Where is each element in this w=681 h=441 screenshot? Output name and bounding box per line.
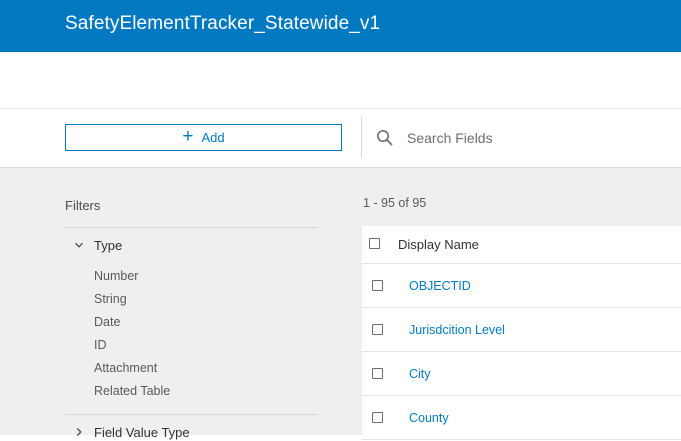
filter-group-field-value-type-label: Field Value Type: [94, 424, 190, 440]
field-link[interactable]: County: [409, 411, 449, 425]
add-button-label: Add: [201, 130, 225, 145]
filter-group-type[interactable]: Type: [74, 236, 122, 254]
toolbar-divider: [361, 117, 362, 158]
search-fields-input[interactable]: [399, 125, 667, 151]
filter-group-field-value-type[interactable]: Field Value Type: [74, 423, 190, 441]
filter-group-type-label: Type: [94, 237, 123, 253]
plus-icon: +: [182, 126, 194, 147]
table-row: Jurisdcition Level: [362, 308, 681, 352]
row-checkbox[interactable]: [372, 368, 383, 379]
filters-divider: [65, 414, 318, 415]
app-header: SafetyElementTracker_Statewide_v1: [0, 0, 681, 52]
sub-header-bar: [0, 52, 681, 109]
field-link[interactable]: Jurisdcition Level: [409, 323, 505, 337]
filter-option-id[interactable]: ID: [94, 337, 170, 360]
results-count: 1 - 95 of 95: [363, 196, 427, 210]
filter-option-date[interactable]: Date: [94, 314, 170, 337]
filters-heading: Filters: [65, 198, 101, 213]
filter-option-string[interactable]: String: [94, 291, 170, 314]
table-row: County: [362, 396, 681, 440]
filter-option-attachment[interactable]: Attachment: [94, 360, 170, 383]
filter-option-number[interactable]: Number: [94, 268, 170, 291]
table-header: Display Name: [362, 226, 681, 264]
fields-table: Display Name OBJECTID Jurisdcition Level…: [362, 226, 681, 440]
filters-divider: [65, 227, 318, 228]
field-link[interactable]: City: [409, 367, 431, 381]
row-checkbox[interactable]: [372, 412, 383, 423]
app-title: SafetyElementTracker_Statewide_v1: [65, 13, 381, 34]
table-row: City: [362, 352, 681, 396]
column-header-display-name[interactable]: Display Name: [398, 237, 479, 252]
row-checkbox[interactable]: [372, 324, 383, 335]
field-link[interactable]: OBJECTID: [409, 279, 471, 293]
search-icon: [377, 130, 393, 146]
select-all-checkbox[interactable]: [369, 238, 380, 249]
add-field-button[interactable]: + Add: [65, 124, 342, 151]
type-filter-options: Number String Date ID Attachment Related…: [94, 268, 170, 406]
row-checkbox[interactable]: [372, 280, 383, 291]
chevron-down-icon: [75, 242, 83, 248]
filter-option-related-table[interactable]: Related Table: [94, 383, 170, 406]
content-area: Filters Type Number String Date ID Attac…: [0, 168, 681, 440]
table-row: OBJECTID: [362, 264, 681, 308]
chevron-right-icon: [76, 428, 82, 436]
fields-toolbar: + Add: [0, 109, 681, 168]
